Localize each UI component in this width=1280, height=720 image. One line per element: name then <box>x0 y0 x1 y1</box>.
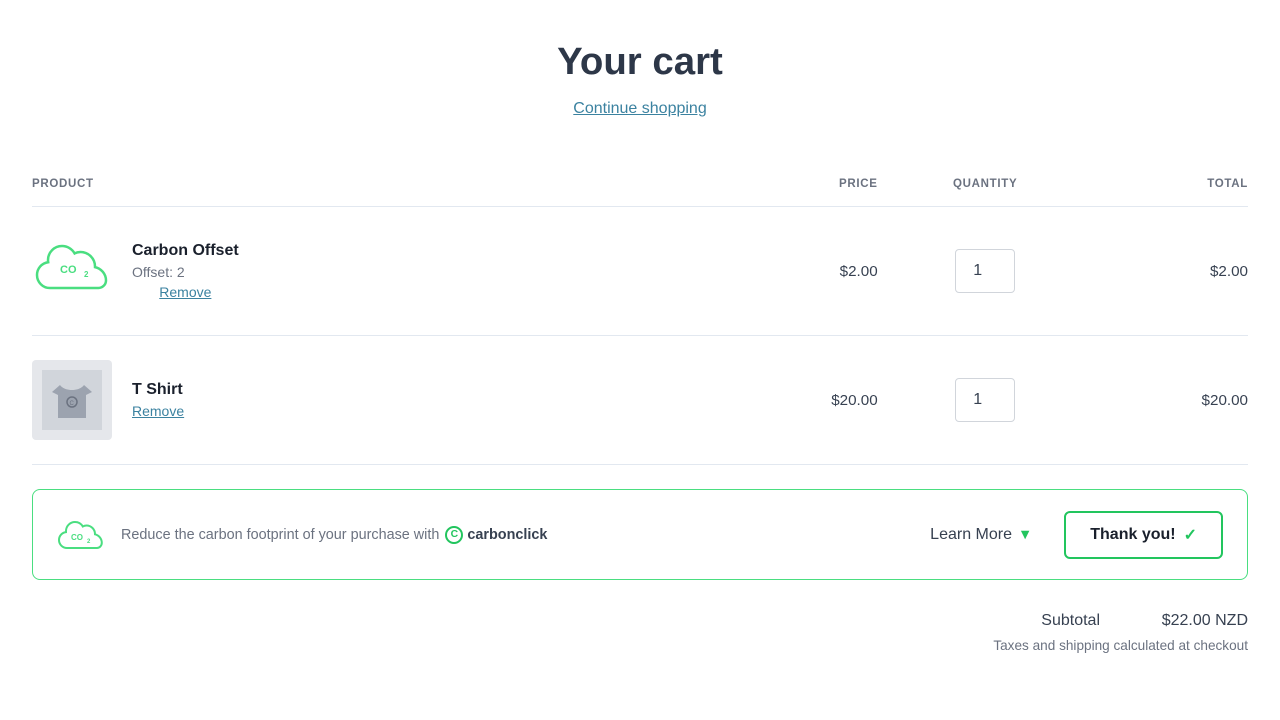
col-header-product: PRODUCT <box>32 166 722 207</box>
carbon-banner: CO 2 Reduce the carbon footprint of your… <box>32 489 1248 580</box>
carbon-banner-description: Reduce the carbon footprint of your purc… <box>121 526 898 544</box>
cart-row-carbon-offset: CO 2 Carbon Offset Offset: 2 Remove $2.0… <box>32 207 1248 336</box>
tshirt-image: C <box>32 360 112 440</box>
svg-text:C: C <box>70 401 75 407</box>
subtotal-label: Subtotal <box>1041 612 1100 630</box>
svg-text:2: 2 <box>84 270 89 279</box>
carbon-offset-meta: Offset: 2 <box>132 264 239 280</box>
svg-text:2: 2 <box>87 539 91 545</box>
carbon-offset-remove-btn[interactable]: Remove <box>132 284 239 300</box>
cart-summary: Subtotal $22.00 NZD Taxes and shipping c… <box>32 612 1248 653</box>
carbon-offset-info: Carbon Offset Offset: 2 Remove <box>132 242 239 300</box>
tshirt-total: $20.00 <box>1093 336 1248 465</box>
carbon-offset-name: Carbon Offset <box>132 242 239 260</box>
subtotal-row: Subtotal $22.00 NZD <box>32 612 1248 630</box>
tshirt-name: T Shirt <box>132 381 184 399</box>
checkmark-icon: ✓ <box>1184 525 1197 545</box>
learn-more-button[interactable]: Learn More ▼ <box>914 518 1048 552</box>
continue-shopping-link[interactable]: Continue shopping <box>573 100 706 117</box>
carbonclick-logo-icon: C <box>445 526 463 544</box>
tshirt-quantity-input[interactable] <box>955 378 1015 422</box>
banner-co2-icon: CO 2 <box>57 510 105 559</box>
tshirt-price: $20.00 <box>722 336 877 465</box>
svg-text:CO: CO <box>71 533 83 542</box>
subtotal-value: $22.00 NZD <box>1148 612 1248 630</box>
col-header-quantity: QUANTITY <box>878 166 1093 207</box>
tshirt-info: T Shirt Remove <box>132 381 184 419</box>
tax-note: Taxes and shipping calculated at checkou… <box>32 638 1248 653</box>
page-title: Your cart <box>32 40 1248 84</box>
thank-you-button[interactable]: Thank you! ✓ <box>1064 511 1223 559</box>
cart-table: PRODUCT PRICE QUANTITY TOTAL C <box>32 166 1248 465</box>
tshirt-remove-btn[interactable]: Remove <box>132 403 184 419</box>
col-header-total: TOTAL <box>1093 166 1248 207</box>
svg-text:CO: CO <box>60 264 77 276</box>
carbon-offset-total: $2.00 <box>1093 207 1248 336</box>
carbon-offset-price: $2.00 <box>722 207 877 336</box>
co2-cloud-image: CO 2 <box>32 231 112 311</box>
chevron-down-icon: ▼ <box>1018 527 1032 543</box>
cart-row-tshirt: C T Shirt Remove $20.00 $20.00 <box>32 336 1248 465</box>
col-header-price: PRICE <box>722 166 877 207</box>
carbon-offset-quantity-input[interactable] <box>955 249 1015 293</box>
carbonclick-brand: C carbonclick <box>445 526 547 544</box>
